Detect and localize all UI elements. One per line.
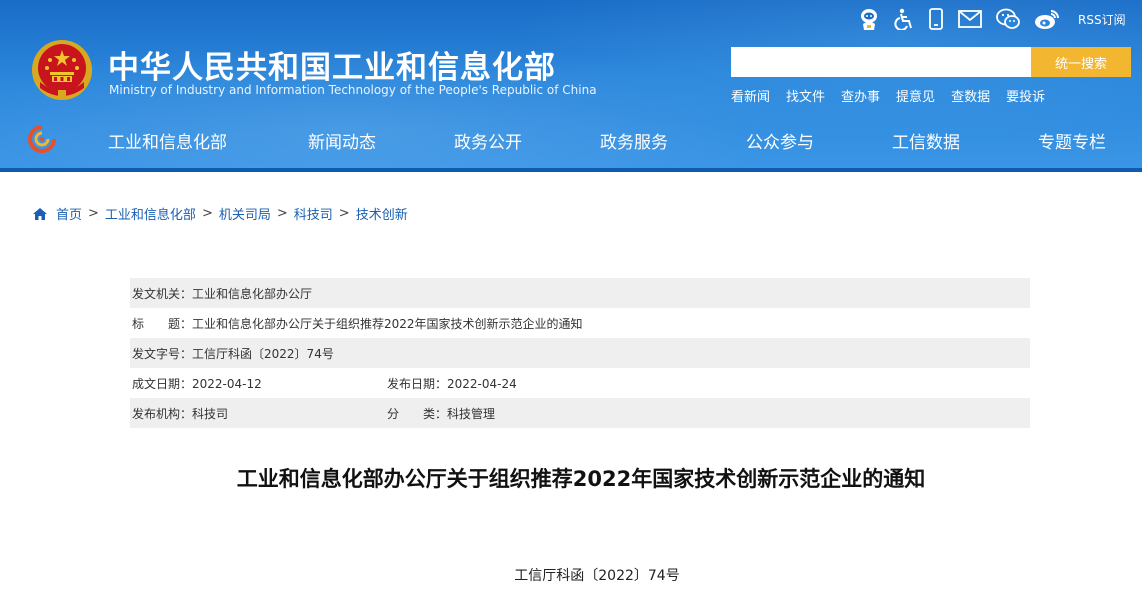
meta-title-label: 标 题：: [132, 316, 193, 331]
national-emblem-icon[interactable]: [30, 38, 94, 102]
nav-item-special-topics[interactable]: 专题专栏: [1038, 128, 1106, 153]
breadcrumb: 首页 > 工业和信息化部 > 机关司局 > 科技司 > 技术创新: [32, 204, 408, 223]
site-title: 中华人民共和国工业和信息化部: [108, 50, 556, 86]
quick-link-news[interactable]: 看新闻: [731, 86, 770, 105]
breadcrumb-separator: >: [338, 206, 350, 221]
nav-item-news[interactable]: 新闻动态: [308, 128, 376, 153]
meta-row-title: 标 题：工业和信息化部办公厅关于组织推荐2022年国家技术创新示范企业的通知: [130, 308, 1030, 338]
breadcrumb-departments[interactable]: 机关司局: [219, 204, 271, 223]
quick-link-data[interactable]: 查数据: [951, 86, 990, 105]
nav-item-gov-affairs-open[interactable]: 政务公开: [454, 128, 522, 153]
meta-row-dates: 成文日期：2022-04-12 发布日期：2022-04-24: [130, 368, 1030, 398]
breadcrumb-tech-innovation[interactable]: 技术创新: [356, 204, 408, 223]
top-utility-bar: RSS订阅: [858, 6, 1126, 32]
mail-icon[interactable]: [958, 7, 982, 31]
meta-written-value: 2022-04-12: [192, 376, 262, 391]
meta-title-value: 工业和信息化部办公厅关于组织推荐2022年国家技术创新示范企业的通知: [192, 316, 583, 331]
header-divider: [0, 168, 1142, 172]
search-input[interactable]: [731, 47, 1031, 77]
quick-link-feedback[interactable]: 提意见: [896, 86, 935, 105]
main-navigation: 工业和信息化部 新闻动态 政务公开 政务服务 公众参与 工信数据 专题专栏: [0, 124, 1142, 156]
breadcrumb-separator: >: [201, 206, 213, 221]
meta-published-label: 发布日期：: [387, 376, 448, 391]
home-icon[interactable]: [32, 207, 48, 221]
quick-link-files[interactable]: 找文件: [786, 86, 825, 105]
breadcrumb-separator: >: [88, 206, 99, 221]
meta-row-org: 发布机构：科技司 分 类：科技管理: [130, 398, 1030, 428]
accessibility-icon[interactable]: [894, 7, 914, 31]
guide-robot-icon[interactable]: [858, 7, 880, 31]
meta-row-docno: 发文字号：工信厅科函〔2022〕74号: [130, 338, 1030, 368]
meta-row-issuer: 发文机关：工业和信息化部办公厅: [130, 278, 1030, 308]
breadcrumb-science-dept[interactable]: 科技司: [294, 204, 333, 223]
meta-org-value: 科技司: [192, 406, 229, 421]
meta-written-label: 成文日期：: [132, 376, 193, 391]
site-header: 中华人民共和国工业和信息化部 Ministry of Industry and …: [0, 0, 1142, 172]
unified-search-button[interactable]: 统一搜索: [1031, 47, 1131, 77]
document-title: 工业和信息化部办公厅关于组织推荐2022年国家技术创新示范企业的通知: [236, 467, 926, 491]
wechat-icon[interactable]: [996, 7, 1020, 31]
document-number: 工信厅科函〔2022〕74号: [514, 568, 680, 584]
mobile-icon[interactable]: [928, 7, 944, 31]
nav-item-ministry[interactable]: 工业和信息化部: [108, 128, 227, 153]
weibo-icon[interactable]: [1034, 7, 1060, 31]
nav-item-data[interactable]: 工信数据: [892, 128, 960, 153]
site-subtitle: Ministry of Industry and Information Tec…: [109, 83, 597, 97]
meta-org-label: 发布机构：: [132, 406, 193, 421]
document-metadata-table: 发文机关：工业和信息化部办公厅 标 题：工业和信息化部办公厅关于组织推荐2022…: [130, 278, 1030, 428]
meta-docno-value: 工信厅科函〔2022〕74号: [192, 346, 334, 361]
quick-link-complaint[interactable]: 要投诉: [1006, 86, 1045, 105]
rss-subscribe-link[interactable]: RSS订阅: [1078, 11, 1126, 28]
breadcrumb-home[interactable]: 首页: [56, 204, 82, 223]
breadcrumb-separator: >: [276, 206, 288, 221]
meta-docno-label: 发文字号：: [132, 346, 193, 361]
nav-item-public-participation[interactable]: 公众参与: [746, 128, 814, 153]
quick-link-services[interactable]: 查办事: [841, 86, 880, 105]
meta-category-label: 分 类：: [387, 406, 448, 421]
breadcrumb-ministry[interactable]: 工业和信息化部: [105, 204, 196, 223]
meta-category-value: 科技管理: [447, 406, 496, 421]
meta-issuer-label: 发文机关：: [132, 286, 193, 301]
quick-links: 看新闻 找文件 查办事 提意见 查数据 要投诉: [731, 86, 1061, 105]
nav-item-gov-services[interactable]: 政务服务: [600, 128, 668, 153]
meta-issuer-value: 工业和信息化部办公厅: [192, 286, 313, 301]
meta-published-value: 2022-04-24: [447, 376, 517, 391]
